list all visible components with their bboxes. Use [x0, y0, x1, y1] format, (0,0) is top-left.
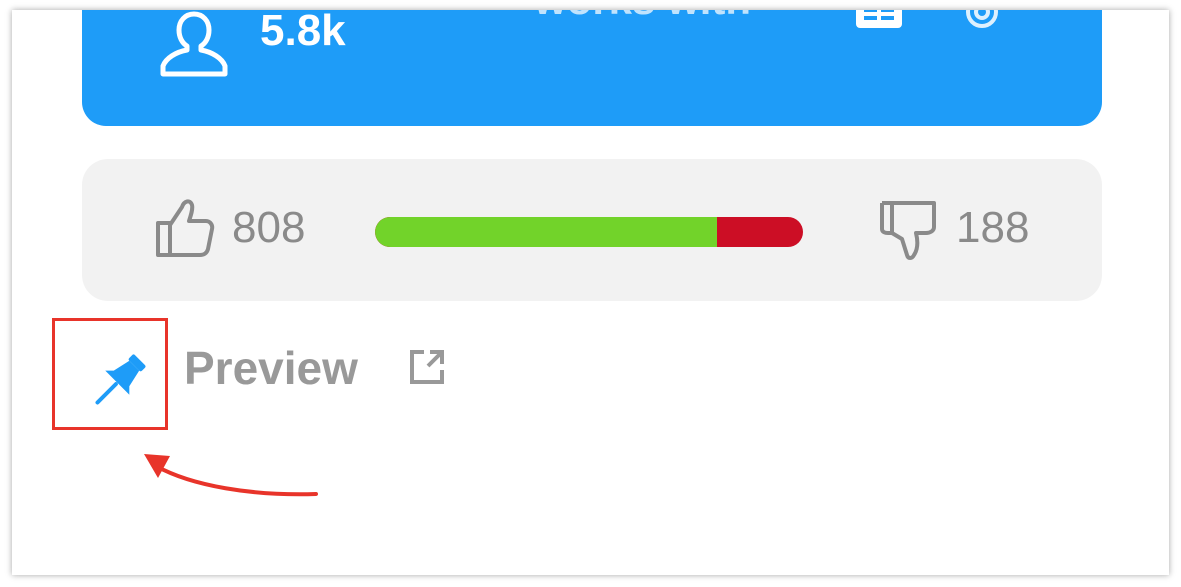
- thumbs-down-icon[interactable]: [876, 199, 940, 263]
- rating-bar-likes-fill: [375, 217, 718, 247]
- works-with-label: works with: [534, 10, 751, 24]
- user-icon: [160, 11, 228, 77]
- likes-count: 808: [232, 203, 306, 252]
- screenshot-stage: 5.8k works with 808: [0, 0, 1181, 587]
- thumbs-up-icon[interactable]: [152, 195, 216, 259]
- external-link-icon[interactable]: [408, 348, 446, 386]
- annotation-arrow: [144, 454, 318, 497]
- rating-panel: 808 188: [82, 159, 1102, 301]
- applet-header-card: 5.8k works with: [82, 10, 1102, 126]
- pin-icon[interactable]: [85, 349, 151, 415]
- pin-highlight-box: [52, 318, 168, 430]
- dislikes-count: 188: [956, 203, 1030, 252]
- table-icon: [856, 10, 902, 28]
- users-count: 5.8k: [260, 10, 346, 55]
- preview-link[interactable]: Preview: [184, 342, 358, 394]
- location-icon: [966, 10, 998, 28]
- app-frame: 5.8k works with 808: [12, 10, 1169, 575]
- rating-bar: [375, 217, 803, 247]
